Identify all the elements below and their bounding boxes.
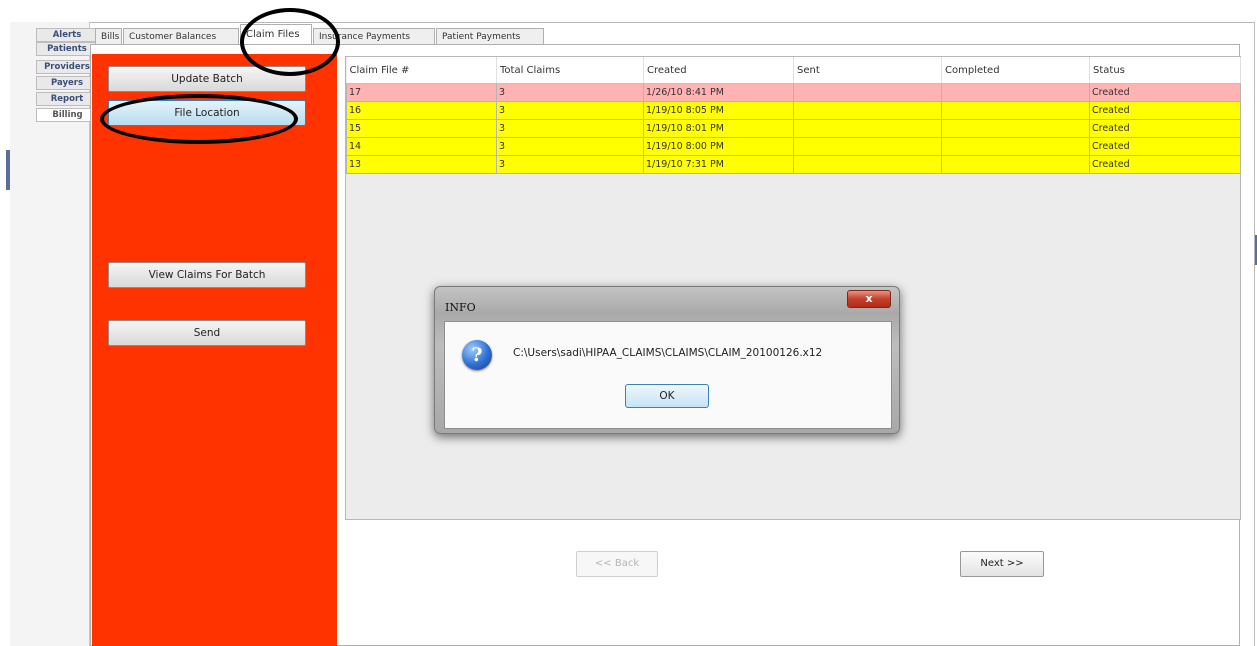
cell-sent: [793, 83, 942, 102]
side-nav: Alerts Patients Providers Payers Report …: [10, 22, 98, 646]
ok-button[interactable]: OK: [625, 384, 709, 408]
cell-claim-file: 15: [346, 119, 497, 138]
cell-status: Created: [1089, 155, 1241, 174]
tab-insurance-payments[interactable]: Insurance Payments: [313, 28, 435, 45]
tab-patient-payments[interactable]: Patient Payments: [436, 28, 544, 45]
cell-claim-file: 17: [346, 83, 497, 102]
nav-item-report[interactable]: Report: [36, 92, 98, 106]
cell-total-claims: 3: [496, 119, 644, 138]
cell-status: Created: [1089, 101, 1241, 120]
table-row[interactable]: 16 3 1/19/10 8:05 PM Created: [346, 101, 1241, 120]
cell-total-claims: 3: [496, 155, 644, 174]
back-button[interactable]: << Back: [576, 551, 658, 577]
table-header-row: Claim File # Total Claims Created Sent C…: [346, 57, 1241, 84]
nav-item-payers[interactable]: Payers: [36, 76, 98, 90]
cell-created: 1/19/10 7:31 PM: [643, 155, 794, 174]
table-row[interactable]: 15 3 1/19/10 8:01 PM Created: [346, 119, 1241, 138]
cell-created: 1/26/10 8:41 PM: [643, 83, 794, 102]
cell-total-claims: 3: [496, 83, 644, 102]
question-icon: ?: [462, 340, 492, 370]
column-header-completed[interactable]: Completed: [941, 57, 1090, 84]
view-claims-for-batch-button[interactable]: View Claims For Batch: [108, 262, 306, 288]
nav-item-billing[interactable]: Billing: [36, 108, 98, 122]
cell-status: Created: [1089, 137, 1241, 156]
cell-claim-file: 13: [346, 155, 497, 174]
cell-created: 1/19/10 8:05 PM: [643, 101, 794, 120]
table-row[interactable]: 13 3 1/19/10 7:31 PM Created: [346, 155, 1241, 174]
cell-sent: [793, 137, 942, 156]
nav-item-patients[interactable]: Patients: [36, 42, 98, 56]
cell-created: 1/19/10 8:00 PM: [643, 137, 794, 156]
cell-sent: [793, 101, 942, 120]
cell-claim-file: 16: [346, 101, 497, 120]
cell-claim-file: 14: [346, 137, 497, 156]
close-icon[interactable]: x: [847, 290, 891, 308]
column-header-sent[interactable]: Sent: [793, 57, 942, 84]
column-header-claim-file[interactable]: Claim File #: [346, 57, 497, 84]
file-location-button[interactable]: File Location: [108, 100, 306, 126]
update-batch-button[interactable]: Update Batch: [108, 66, 306, 92]
cell-completed: [941, 155, 1090, 174]
cell-total-claims: 3: [496, 137, 644, 156]
column-header-created[interactable]: Created: [643, 57, 794, 84]
cell-completed: [941, 101, 1090, 120]
next-button[interactable]: Next >>: [960, 551, 1044, 577]
tab-bills[interactable]: Bills: [95, 28, 122, 45]
tab-claim-files[interactable]: Claim Files: [240, 24, 312, 46]
cell-completed: [941, 119, 1090, 138]
info-dialog: INFO x ? C:\Users\sadi\HIPAA_CLAIMS\CLAI…: [434, 286, 900, 434]
cell-created: 1/19/10 8:01 PM: [643, 119, 794, 138]
cell-completed: [941, 83, 1090, 102]
action-panel: [92, 54, 337, 646]
column-header-status[interactable]: Status: [1089, 57, 1241, 84]
tab-customer-balances[interactable]: Customer Balances: [123, 28, 239, 45]
nav-item-alerts[interactable]: Alerts: [36, 28, 98, 42]
nav-item-providers[interactable]: Providers: [36, 60, 98, 74]
table-row[interactable]: 17 3 1/26/10 8:41 PM Created: [346, 83, 1241, 102]
table-row[interactable]: 14 3 1/19/10 8:00 PM Created: [346, 137, 1241, 156]
dialog-message: C:\Users\sadi\HIPAA_CLAIMS\CLAIMS\CLAIM_…: [513, 347, 823, 359]
send-button[interactable]: Send: [108, 320, 306, 346]
dialog-body: ? C:\Users\sadi\HIPAA_CLAIMS\CLAIMS\CLAI…: [444, 321, 892, 429]
dialog-title: INFO: [445, 301, 476, 314]
cell-status: Created: [1089, 119, 1241, 138]
cell-status: Created: [1089, 83, 1241, 102]
cell-sent: [793, 119, 942, 138]
cell-total-claims: 3: [496, 101, 644, 120]
column-header-total-claims[interactable]: Total Claims: [496, 57, 644, 84]
cell-completed: [941, 137, 1090, 156]
cell-sent: [793, 155, 942, 174]
